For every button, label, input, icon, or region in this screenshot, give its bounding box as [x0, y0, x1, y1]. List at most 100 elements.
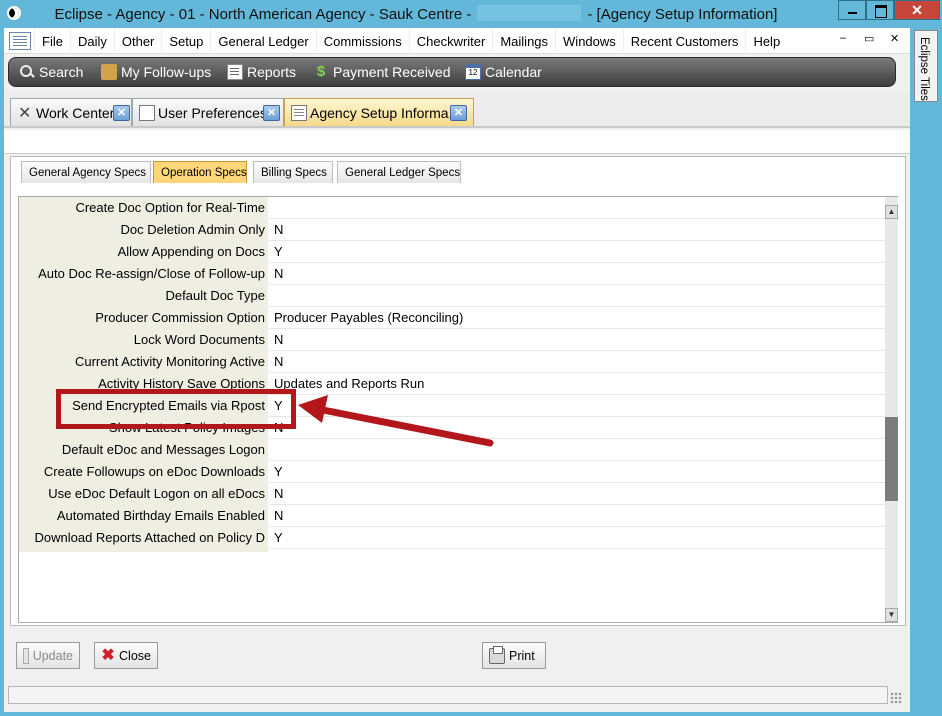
- row-value[interactable]: N: [269, 263, 885, 285]
- my-followups-button[interactable]: My Follow-ups: [101, 62, 211, 82]
- tab-general-agency-specs[interactable]: General Agency Specs: [21, 161, 151, 183]
- table-row[interactable]: Automated Birthday Emails Enabled N: [19, 505, 885, 527]
- row-value[interactable]: N: [269, 505, 885, 527]
- row-value[interactable]: Y: [269, 527, 885, 549]
- row-label: Use eDoc Default Logon on all eDocs: [19, 483, 269, 505]
- close-button[interactable]: ✖ Close: [94, 642, 158, 669]
- table-row[interactable]: Doc Deletion Admin Only N: [19, 219, 885, 241]
- window-title-part1: Eclipse - Agency - 01 - North American A…: [54, 6, 472, 23]
- payment-received-label: Payment Received: [333, 64, 451, 80]
- document-tabs: Work Center ✕ User Preferences ✕ Agency …: [4, 92, 910, 128]
- tab-user-preferences-label: User Preferences: [158, 104, 267, 121]
- close-tab-icon[interactable]: ✕: [450, 105, 467, 121]
- scroll-thumb[interactable]: [885, 417, 898, 501]
- title-bar: Eclipse - Agency - 01 - North American A…: [0, 0, 942, 28]
- row-label: Send Encrypted Emails via Rpost: [19, 395, 269, 417]
- row-value[interactable]: [269, 285, 885, 307]
- row-value[interactable]: [269, 197, 885, 219]
- row-value[interactable]: Updates and Reports Run: [269, 373, 885, 395]
- menu-other[interactable]: Other: [113, 28, 162, 54]
- row-value[interactable]: Producer Payables (Reconciling): [269, 307, 885, 329]
- menu-daily[interactable]: Daily: [69, 28, 114, 54]
- menu-commissions[interactable]: Commissions: [315, 28, 409, 54]
- menu-windows[interactable]: Windows: [555, 28, 623, 54]
- scroll-down-button[interactable]: ▼: [885, 608, 898, 622]
- table-row[interactable]: Download Reports Attached on Policy DY: [19, 527, 885, 549]
- table-row[interactable]: Show Latest Policy Images N: [19, 417, 885, 439]
- row-label: Allow Appending on Docs: [19, 241, 269, 263]
- my-followups-label: My Follow-ups: [121, 64, 212, 80]
- eclipse-tiles-tab[interactable]: Eclipse Tiles: [914, 30, 938, 102]
- scroll-up-button[interactable]: ▲: [885, 205, 898, 219]
- table-row[interactable]: Allow Appending on Docs Y: [19, 241, 885, 263]
- table-row[interactable]: Producer Commission Option Producer Payab…: [19, 307, 885, 329]
- row-value[interactable]: N: [269, 483, 885, 505]
- search-button[interactable]: Search: [19, 62, 83, 82]
- row-value[interactable]: Y: [269, 395, 885, 417]
- calendar-button[interactable]: 12 Calendar: [465, 62, 542, 82]
- reports-label: Reports: [247, 64, 297, 80]
- close-label: Close: [119, 648, 151, 663]
- calendar-label: Calendar: [485, 64, 542, 80]
- reports-button[interactable]: Reports: [227, 62, 296, 82]
- table-row[interactable]: Auto Doc Re-assign/Close of Follow-up N: [19, 263, 885, 285]
- menu-recent-customers[interactable]: Recent Customers: [622, 28, 746, 54]
- redacted-region: [477, 5, 582, 21]
- table-row[interactable]: Send Encrypted Emails via Rpost Y: [19, 395, 885, 417]
- row-value[interactable]: N: [269, 417, 885, 439]
- menu-setup[interactable]: Setup: [161, 28, 210, 54]
- vertical-scrollbar[interactable]: ▲ ▼: [885, 197, 898, 622]
- table-row[interactable]: Use eDoc Default Logon on all eDocs N: [19, 483, 885, 505]
- mdi-close-button[interactable]: ✕: [890, 32, 899, 45]
- followup-icon: [101, 64, 117, 80]
- window-close-button[interactable]: [894, 0, 940, 20]
- row-label: Create Followups on eDoc Downloads: [19, 461, 269, 483]
- update-button[interactable]: Update: [16, 642, 80, 669]
- row-value[interactable]: Y: [269, 241, 885, 263]
- row-value[interactable]: [269, 439, 885, 461]
- table-row[interactable]: Lock Word Documents N: [19, 329, 885, 351]
- tab-billing-specs[interactable]: Billing Specs: [253, 161, 333, 183]
- row-label: Auto Doc Re-assign/Close of Follow-up: [19, 263, 269, 285]
- menu-mailings[interactable]: Mailings: [492, 28, 555, 54]
- table-row[interactable]: Create Followups on eDoc Downloads Y: [19, 461, 885, 483]
- row-value[interactable]: N: [269, 329, 885, 351]
- form-icon: [291, 104, 307, 121]
- window-minimize-button[interactable]: [838, 0, 866, 20]
- tab-agency-setup-label: Agency Setup Informa...: [310, 104, 461, 121]
- table-row[interactable]: Create Doc Option for Real-Time: [19, 197, 885, 219]
- row-label: Producer Commission Option: [19, 307, 269, 329]
- table-row[interactable]: Current Activity Monitoring Active N: [19, 351, 885, 373]
- close-tab-icon[interactable]: ✕: [113, 105, 130, 121]
- row-value[interactable]: N: [269, 219, 885, 241]
- payment-received-button[interactable]: $ Payment Received: [313, 62, 451, 82]
- table-row[interactable]: Activity History Save Options Updates and…: [19, 373, 885, 395]
- row-label: Current Activity Monitoring Active: [19, 351, 269, 373]
- close-tab-icon[interactable]: ✕: [263, 105, 280, 121]
- menu-bar: File Daily Other Setup General Ledger Commiss…: [4, 28, 910, 54]
- window-maximize-button[interactable]: [866, 0, 894, 20]
- resize-grip-icon[interactable]: [890, 692, 902, 704]
- tab-user-preferences[interactable]: User Preferences ✕: [132, 98, 284, 126]
- row-label: Show Latest Policy Images: [19, 417, 269, 439]
- tab-operation-specs[interactable]: Operation Specs: [153, 161, 247, 183]
- row-label: Activity History Save Options: [19, 373, 269, 395]
- menu-general-ledger[interactable]: General Ledger: [210, 28, 315, 54]
- row-value[interactable]: Y: [269, 461, 885, 483]
- grid-label-column-end: [19, 549, 269, 552]
- system-menu-icon[interactable]: [9, 32, 31, 50]
- table-row[interactable]: Default Doc Type: [19, 285, 885, 307]
- menu-help[interactable]: Help: [745, 28, 787, 54]
- menu-checkwriter[interactable]: Checkwriter: [408, 28, 493, 54]
- tab-work-center[interactable]: Work Center ✕: [10, 98, 132, 126]
- row-value[interactable]: N: [269, 351, 885, 373]
- tab-agency-setup-information[interactable]: Agency Setup Informa... ✕: [284, 98, 474, 126]
- menu-file[interactable]: File: [34, 28, 70, 54]
- row-label: Default eDoc and Messages Logon: [19, 439, 269, 461]
- print-label: Print: [509, 648, 535, 663]
- mdi-minimize-button[interactable]: –: [840, 32, 846, 44]
- mdi-restore-button[interactable]: ▭: [864, 32, 874, 45]
- table-row[interactable]: Default eDoc and Messages Logon: [19, 439, 885, 461]
- tab-general-ledger-specs[interactable]: General Ledger Specs: [337, 161, 461, 183]
- print-button[interactable]: Print: [482, 642, 546, 669]
